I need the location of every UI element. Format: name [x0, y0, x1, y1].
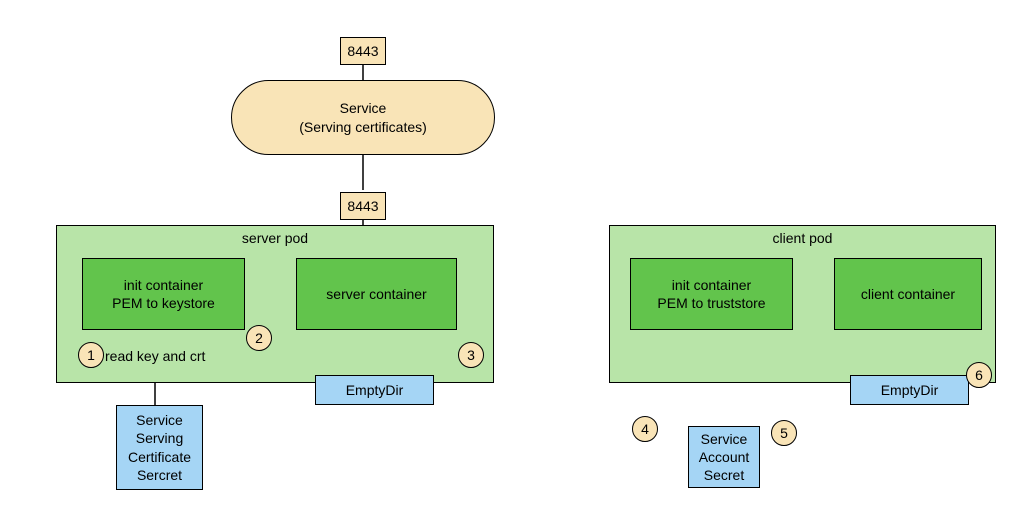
callout-2: 2	[246, 325, 272, 351]
service-port: 8443	[347, 43, 378, 59]
server-pod-label: server pod	[57, 230, 493, 246]
server-emptydir-label: EmptyDir	[346, 381, 404, 399]
client-container-label: client container	[861, 285, 955, 303]
callout-6: 6	[966, 362, 992, 388]
server-pod-port-badge: 8443	[340, 192, 386, 220]
callout-3: 3	[458, 342, 484, 368]
client-init-line2: PEM to truststore	[657, 294, 765, 312]
service-title-2: (Serving certificates)	[299, 118, 427, 136]
read-key-crt-label: read key and crt	[105, 348, 205, 364]
server-container: server container	[296, 258, 457, 330]
server-secret-4: Sercret	[137, 466, 182, 484]
server-init-line2: PEM to keystore	[112, 294, 215, 312]
client-secret-1: Service	[701, 430, 748, 448]
service-port-badge: 8443	[340, 37, 386, 65]
client-init-line1: init container	[672, 276, 751, 294]
client-secret: Service Account Secret	[688, 426, 760, 488]
client-pod-label: client pod	[610, 230, 995, 246]
client-container: client container	[834, 258, 982, 330]
callout-1: 1	[78, 342, 104, 368]
server-init-line1: init container	[124, 276, 203, 294]
service-node: Service (Serving certificates)	[231, 80, 495, 155]
server-init-container: init container PEM to keystore	[82, 258, 245, 330]
server-secret: Service Serving Certificate Sercret	[116, 405, 203, 490]
server-container-label: server container	[326, 285, 426, 303]
callout-4: 4	[632, 416, 658, 442]
server-secret-2: Serving	[136, 429, 183, 447]
service-title-1: Service	[340, 99, 387, 117]
client-emptydir-label: EmptyDir	[881, 381, 939, 399]
server-emptydir: EmptyDir	[315, 375, 434, 405]
client-secret-3: Secret	[704, 466, 744, 484]
client-emptydir: EmptyDir	[850, 375, 969, 405]
client-secret-2: Account	[699, 448, 750, 466]
client-init-container: init container PEM to truststore	[630, 258, 793, 330]
server-secret-3: Certificate	[128, 448, 191, 466]
server-pod-port: 8443	[347, 198, 378, 214]
callout-5: 5	[771, 420, 797, 446]
server-secret-1: Service	[136, 411, 183, 429]
